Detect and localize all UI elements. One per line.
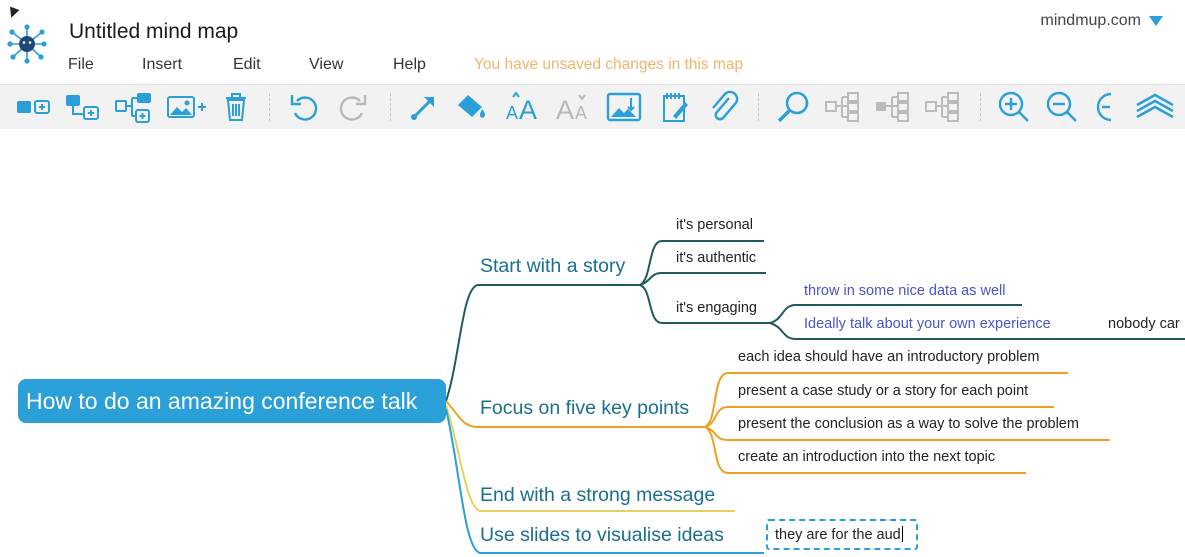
corner-marker <box>6 6 20 20</box>
attachment-icon[interactable] <box>704 89 742 125</box>
node-its-authentic[interactable]: it's authentic <box>676 250 756 266</box>
delete-icon[interactable] <box>218 89 254 125</box>
zoom-fit-icon[interactable] <box>1088 89 1124 125</box>
toolbar: AA AA <box>0 84 1185 130</box>
branch-focus-on-five-key-points[interactable]: Focus on five key points <box>480 397 689 420</box>
brand-menu[interactable]: mindmup.com <box>1041 12 1163 30</box>
toolbar-separator <box>269 93 270 121</box>
node-nobody-cares[interactable]: nobody car <box>1108 316 1180 332</box>
svg-text:A: A <box>575 103 587 123</box>
add-image-icon[interactable] <box>164 89 210 125</box>
collapse-map-icon[interactable] <box>822 89 866 125</box>
node-next-topic[interactable]: create an introduction into the next top… <box>738 449 995 465</box>
image-icon[interactable] <box>604 89 644 125</box>
branch-end-with-strong-message[interactable]: End with a strong message <box>480 484 715 507</box>
add-sibling-icon[interactable] <box>62 89 104 125</box>
toolbar-separator <box>758 93 759 121</box>
menu-bar: File Insert Edit View Help <box>68 56 426 74</box>
note-icon[interactable] <box>656 89 694 125</box>
mindmup-logo-icon <box>7 24 47 64</box>
menu-edit[interactable]: Edit <box>233 56 309 74</box>
node-conclusion[interactable]: present the conclusion as a way to solve… <box>738 416 1079 432</box>
zoom-out-icon[interactable] <box>1042 89 1082 125</box>
dropdown-triangle-icon <box>1149 16 1163 26</box>
fill-color-icon[interactable] <box>452 89 492 125</box>
node-edit-field[interactable]: they are for the aud <box>766 519 918 550</box>
root-node[interactable]: How to do an amazing conference talk <box>18 379 446 423</box>
map-title[interactable]: Untitled mind map <box>69 20 238 44</box>
toolbar-separator <box>390 93 391 121</box>
node-introductory-problem[interactable]: each idea should have an introductory pr… <box>738 349 1039 365</box>
branch-use-slides[interactable]: Use slides to visualise ideas <box>480 524 724 547</box>
menu-file[interactable]: File <box>68 56 142 74</box>
undo-icon[interactable] <box>285 89 323 125</box>
unsaved-changes-notice: You have unsaved changes in this map <box>474 56 744 73</box>
menu-help[interactable]: Help <box>393 56 426 74</box>
increase-font-icon[interactable]: AA <box>503 89 547 125</box>
text-caret <box>901 526 903 542</box>
node-throw-in-data[interactable]: throw in some nice data as well <box>804 283 1006 299</box>
expand-node-icon[interactable] <box>922 89 966 125</box>
node-own-experience[interactable]: Ideally talk about your own experience <box>804 316 1051 332</box>
search-icon[interactable] <box>772 89 816 125</box>
layers-icon[interactable] <box>1132 89 1178 125</box>
menu-insert[interactable]: Insert <box>142 56 233 74</box>
node-case-study[interactable]: present a case study or a story for each… <box>738 383 1028 399</box>
brand-label: mindmup.com <box>1040 12 1141 29</box>
branch-start-with-a-story[interactable]: Start with a story <box>480 255 625 278</box>
svg-text:A: A <box>506 103 518 123</box>
node-its-personal[interactable]: it's personal <box>676 217 753 233</box>
decrease-font-icon[interactable]: AA <box>553 89 597 125</box>
node-its-engaging[interactable]: it's engaging <box>676 300 757 316</box>
toolbar-separator <box>980 93 981 121</box>
node-edit-text: they are for the aud <box>775 527 901 543</box>
zoom-in-icon[interactable] <box>994 89 1034 125</box>
menu-view[interactable]: View <box>309 56 393 74</box>
svg-text:A: A <box>519 95 537 123</box>
svg-text:A: A <box>556 95 574 123</box>
mindmap-canvas[interactable]: How to do an amazing conference talk Sta… <box>0 129 1185 557</box>
add-group-icon[interactable] <box>112 89 156 125</box>
collapse-node-icon[interactable] <box>872 89 916 125</box>
connect-icon[interactable] <box>405 89 443 125</box>
add-child-icon[interactable] <box>14 89 56 125</box>
title-bar: Untitled mind map mindmup.com File Inser… <box>0 0 1185 84</box>
redo-icon[interactable] <box>334 89 372 125</box>
